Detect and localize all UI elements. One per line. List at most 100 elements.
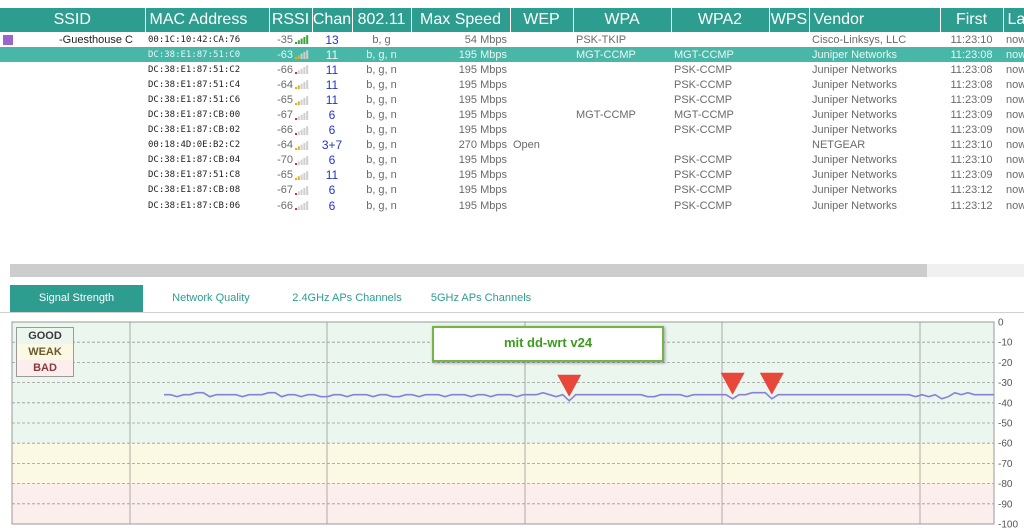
cell-last: now	[1006, 199, 1024, 212]
cell-rssi: -67	[269, 183, 312, 198]
tab-network-quality[interactable]: Network Quality	[150, 285, 272, 312]
cell-vendor: Juniper Networks	[812, 93, 897, 106]
y-tick-label: -70	[998, 459, 1013, 470]
cell-wep	[510, 168, 573, 183]
cell-rssi: -66	[269, 62, 312, 77]
cell-max-speed: 195 Mbps	[458, 154, 507, 167]
table-row[interactable]: 00:18:4D:0E:B2:C2 -64 3+7 b, g, n 270 Mbps Op…	[0, 138, 1024, 153]
table-row[interactable]: -Guesthouse C 00:1C:10:42:CA:76 -35 13 b, g 5…	[0, 32, 1024, 47]
table-row[interactable]: DC:38:E1:87:CB:04 -70 6 b, g, n 195 Mbps PSK-…	[0, 153, 1024, 168]
cell-first: 11:23:08	[950, 63, 993, 76]
tab-signal-strength[interactable]: Signal Strength	[10, 285, 143, 312]
y-tick-label: -100	[998, 520, 1018, 528]
cell-rssi: -65	[269, 168, 312, 183]
cell-wpa2: PSK-CCMP	[674, 184, 733, 197]
cell-wpa	[573, 198, 671, 213]
table-row[interactable]: DC:38:E1:87:51:C4 -64 11 b, g, n 195 Mbps PSK…	[0, 77, 1024, 92]
cell-first: 11:23:08	[950, 78, 993, 91]
rssi-value: -66	[277, 63, 293, 76]
cell-wps	[769, 92, 809, 107]
column-header-mac[interactable]: MAC Address	[145, 8, 270, 32]
table-row[interactable]: DC:38:E1:87:CB:06 -66 6 b, g, n 195 Mbps PSK-…	[0, 198, 1024, 213]
cell-wpa2: PSK-CCMP	[674, 78, 733, 91]
cell-wpa2: PSK-CCMP	[674, 154, 733, 167]
column-header-ssid[interactable]: SSID	[0, 8, 146, 32]
signal-bars-icon	[295, 80, 309, 90]
cell-rssi: -63	[269, 47, 312, 63]
y-tick-label: -50	[998, 419, 1013, 430]
cell-80211: b, g, n	[352, 47, 411, 63]
cell-wpa: PSK-TKIP	[576, 33, 627, 46]
column-header-rssi[interactable]: RSSI	[269, 8, 313, 32]
column-header-first[interactable]: First	[940, 8, 1004, 32]
cell-mac: DC:38:E1:87:CB:02	[148, 125, 241, 136]
column-header-wpa2[interactable]: WPA2	[671, 8, 770, 32]
cell-vendor: Juniper Networks	[812, 124, 897, 137]
table-header-row: SSID MAC Address RSSI Chan 802.11 Max Sp…	[0, 8, 1024, 32]
cell-mac: 00:1C:10:42:CA:76	[148, 34, 241, 45]
y-tick-label: -10	[998, 338, 1013, 349]
cell-last: now	[1006, 154, 1024, 167]
rssi-value: -70	[277, 154, 293, 167]
cell-wep	[510, 77, 573, 92]
cell-rssi: -66	[269, 123, 312, 138]
cell-80211: b, g	[372, 33, 391, 46]
cell-ssid	[0, 168, 145, 183]
cell-wps	[769, 62, 809, 77]
ssid-color-swatch	[3, 34, 13, 45]
cell-first: 11:23:12	[950, 199, 993, 212]
cell-ssid	[0, 107, 145, 122]
column-header-vendor[interactable]: Vendor	[809, 8, 941, 32]
y-tick-label: -90	[998, 499, 1013, 510]
column-header-80211[interactable]: 802.11	[352, 8, 412, 32]
cell-ssid	[0, 138, 145, 153]
cell-wpa2: PSK-CCMP	[674, 124, 733, 137]
table-row[interactable]: DC:38:E1:87:51:C0 -63 11 b, g, n 195 Mbps MGT…	[0, 47, 1024, 63]
cell-vendor: Juniper Networks	[812, 78, 897, 91]
cell-mac: DC:38:E1:87:CB:04	[148, 155, 241, 166]
cell-wep	[510, 183, 573, 198]
signal-bars-icon	[295, 201, 309, 211]
signal-bars-icon	[295, 65, 309, 75]
column-header-chan[interactable]: Chan	[312, 8, 353, 32]
cell-wps	[769, 153, 809, 168]
cell-rssi: -35	[269, 32, 312, 47]
table-row[interactable]: DC:38:E1:87:51:C2 -66 11 b, g, n 195 Mbps PSK…	[0, 62, 1024, 77]
table-row[interactable]: DC:38:E1:87:51:C6 -65 11 b, g, n 195 Mbps PSK…	[0, 92, 1024, 107]
y-tick-label: -20	[998, 358, 1013, 369]
column-header-last[interactable]: Las	[1003, 8, 1024, 32]
cell-wps	[769, 47, 809, 63]
cell-last: now	[1003, 47, 1024, 63]
signal-bars-icon	[295, 156, 309, 165]
cell-80211: b, g, n	[366, 184, 397, 197]
tab-5ghz-channels[interactable]: 5GHz APs Channels	[420, 285, 542, 312]
cell-mac: DC:38:E1:87:CB:08	[148, 185, 241, 196]
cell-ssid	[0, 198, 145, 213]
cell-max-speed: 270 Mbps	[458, 139, 507, 152]
cell-mac: DC:38:E1:87:51:C4	[148, 79, 241, 90]
column-header-max-speed[interactable]: Max Speed	[411, 8, 511, 32]
cell-chan: 11	[325, 77, 339, 92]
column-header-wpa[interactable]: WPA	[573, 8, 672, 32]
tab-24ghz-channels[interactable]: 2.4GHz APs Channels	[280, 285, 414, 312]
annotation-box: mit dd-wrt v24	[432, 326, 664, 362]
cell-wpa2: MGT-CCMP	[671, 47, 769, 63]
cell-mac: DC:38:E1:87:51:C8	[148, 170, 241, 181]
cell-chan: 6	[328, 153, 336, 168]
cell-wep	[510, 62, 573, 77]
ap-table-container: SSID MAC Address RSSI Chan 802.11 Max Sp…	[0, 8, 1024, 263]
rssi-value: -66	[277, 199, 293, 212]
column-header-wps[interactable]: WPS	[769, 8, 810, 32]
column-header-wep[interactable]: WEP	[510, 8, 574, 32]
cell-rssi: -70	[269, 153, 312, 168]
scrollbar-thumb[interactable]	[10, 264, 927, 277]
table-row[interactable]: DC:38:E1:87:CB:02 -66 6 b, g, n 195 Mbps PSK-…	[0, 123, 1024, 138]
cell-last: now	[1006, 93, 1024, 106]
cell-80211: b, g, n	[366, 78, 397, 91]
cell-ssid	[0, 92, 145, 107]
table-row[interactable]: DC:38:E1:87:CB:00 -67 6 b, g, n 195 Mbps MGT-…	[0, 107, 1024, 122]
table-row[interactable]: DC:38:E1:87:CB:08 -67 6 b, g, n 195 Mbps PSK-…	[0, 183, 1024, 198]
table-row[interactable]: DC:38:E1:87:51:C8 -65 11 b, g, n 195 Mbps PSK…	[0, 168, 1024, 183]
cell-wep	[510, 123, 573, 138]
horizontal-scrollbar[interactable]	[10, 264, 1024, 277]
